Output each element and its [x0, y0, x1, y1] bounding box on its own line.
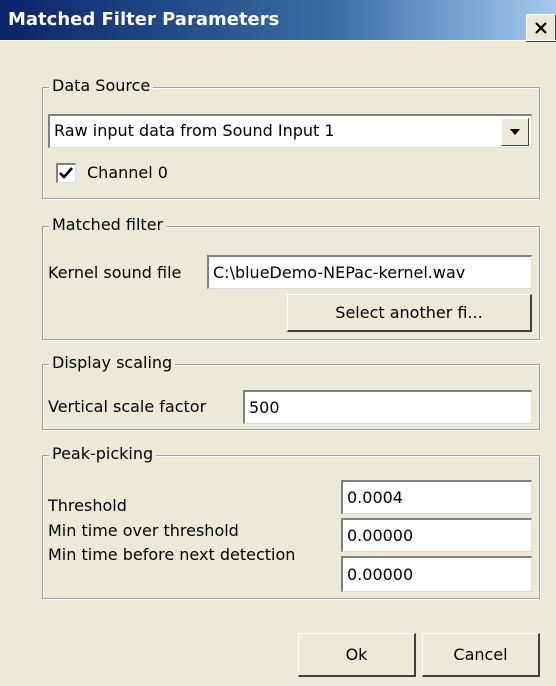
channel-0-label: Channel 0: [87, 163, 168, 182]
kernel-file-input[interactable]: C:\blueDemo-NEPac-kernel.wav: [207, 255, 532, 289]
vertical-scale-input[interactable]: 500: [243, 390, 532, 424]
title-divider: [0, 40, 556, 41]
matched-filter-legend: Matched filter: [49, 215, 167, 234]
min-time-over-input[interactable]: 0.00000: [341, 518, 532, 552]
ok-button[interactable]: Ok: [298, 633, 416, 677]
cancel-button[interactable]: Cancel: [422, 633, 540, 677]
checkmark-icon: [59, 167, 73, 179]
kernel-file-label: Kernel sound file: [48, 263, 182, 282]
threshold-input[interactable]: 0.0004: [341, 480, 532, 514]
select-file-button[interactable]: Select another fi...: [287, 294, 532, 332]
peak-picking-legend: Peak-picking: [49, 444, 157, 463]
threshold-label: Threshold: [48, 496, 127, 515]
chevron-down-icon: [510, 129, 520, 135]
window-title: Matched Filter Parameters: [8, 9, 280, 30]
title-bar: Matched Filter Parameters: [0, 0, 556, 42]
channel-0-checkbox[interactable]: [56, 163, 76, 183]
display-scaling-legend: Display scaling: [49, 353, 176, 372]
data-source-dropdown[interactable]: Raw input data from Sound Input 1: [48, 114, 532, 148]
close-button[interactable]: [526, 14, 556, 42]
min-time-over-label: Min time over threshold: [48, 521, 239, 540]
min-time-before-label: Min time before next detection: [48, 545, 296, 564]
data-source-selected: Raw input data from Sound Input 1: [54, 121, 335, 140]
vertical-scale-label: Vertical scale factor: [48, 397, 207, 416]
data-source-legend: Data Source: [49, 76, 154, 95]
min-time-before-input[interactable]: 0.00000: [341, 556, 532, 592]
close-icon: [535, 22, 547, 34]
dropdown-arrow-button[interactable]: [501, 118, 529, 146]
